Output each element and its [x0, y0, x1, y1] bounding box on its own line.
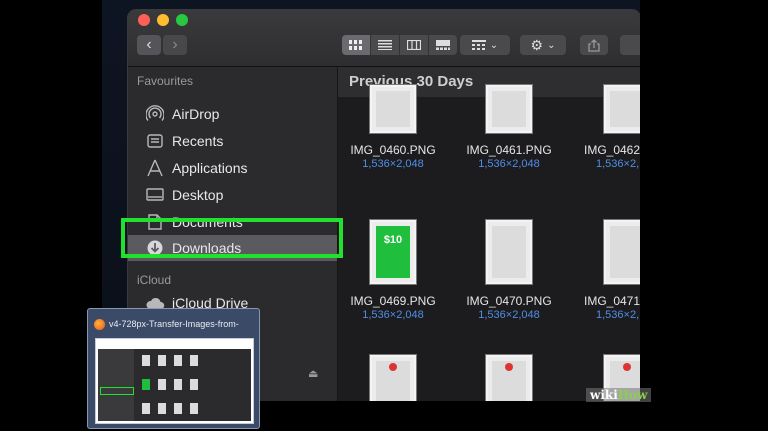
sidebar-item-desktop[interactable]: Desktop [128, 182, 337, 208]
file-item[interactable]: IMG_0471 1,536×2, [570, 220, 640, 321]
file-dimensions: 1,536×2, [596, 309, 640, 321]
file-dimensions: 1,536×2,048 [478, 309, 540, 321]
downloads-highlight-box [121, 218, 343, 258]
file-dimensions: 1,536×2, [596, 158, 640, 170]
sidebar-item-applications[interactable]: Applications [128, 155, 337, 181]
preview-title-bar: v4-728px-Transfer-Images-from- [94, 317, 254, 331]
file-thumbnail [370, 355, 416, 401]
airdrop-icon [144, 104, 166, 124]
file-name: IMG_0461.PNG [466, 143, 552, 157]
minimize-window-button[interactable] [157, 14, 169, 26]
tag-button[interactable] [620, 35, 640, 55]
gallery-icon [436, 40, 450, 50]
share-icon [588, 38, 600, 52]
file-item[interactable]: IMG_0470.PNG 1,536×2,048 [454, 220, 564, 321]
gear-icon: ⚙ [530, 36, 544, 53]
file-dimensions: 1,536×2,048 [362, 158, 424, 170]
file-browser-content: Previous 30 Days IMG_0460.PNG 1,536×2,04… [338, 67, 640, 401]
list-view-button[interactable] [371, 35, 400, 55]
chevron-down-icon: ⌄ [547, 39, 556, 51]
column-view-button[interactable] [400, 35, 429, 55]
file-name: IMG_0460.PNG [350, 143, 436, 157]
view-mode-selector [342, 35, 457, 55]
sidebar-item-label: Applications [172, 160, 248, 176]
applications-icon [144, 158, 166, 178]
close-window-button[interactable] [138, 14, 150, 26]
file-thumbnail [604, 85, 640, 133]
file-item[interactable]: $10 IMG_0469.PNG 1,536×2,048 [338, 220, 448, 321]
file-item[interactable]: IMG_0460.PNG 1,536×2,048 [338, 85, 448, 170]
file-name: IMG_0470.PNG [466, 294, 552, 308]
sidebar-item-airdrop[interactable]: AirDrop [128, 101, 337, 127]
action-menu-button[interactable]: ⚙ ⌄ [520, 35, 566, 55]
file-thumbnail [370, 85, 416, 133]
file-name: IMG_0462 [584, 143, 640, 157]
file-thumbnail [486, 85, 532, 133]
chevron-right-icon: › [172, 36, 178, 53]
share-button[interactable] [580, 35, 608, 55]
chevron-down-icon: ⌄ [489, 39, 499, 51]
sidebar-item-label: AirDrop [172, 106, 220, 122]
letterbox-right [640, 0, 768, 431]
zoom-window-button[interactable] [176, 14, 188, 26]
file-thumbnail [486, 355, 532, 401]
icon-view-button[interactable] [342, 35, 371, 55]
file-name: IMG_0469.PNG [350, 294, 436, 308]
sidebar-item-label: Recents [172, 133, 224, 149]
finder-toolbar: ‹ › ⌄ ⚙ ⌄ [128, 10, 640, 67]
group-grid-icon [471, 40, 486, 50]
back-button[interactable]: ‹ [137, 35, 161, 55]
sidebar-header-favourites: Favourites [137, 74, 194, 88]
sidebar-header-icloud: iCloud [137, 273, 172, 287]
list-icon [378, 40, 392, 50]
eject-icon[interactable]: ⏏ [308, 367, 318, 380]
file-item[interactable] [338, 355, 448, 401]
file-dimensions: 1,536×2,048 [478, 158, 540, 170]
screenshot-thumbnail-preview[interactable]: v4-728px-Transfer-Images-from- [87, 308, 260, 429]
file-dimensions: 1,536×2,048 [362, 309, 424, 321]
preview-title: v4-728px-Transfer-Images-from- [109, 319, 239, 329]
file-name: IMG_0471 [584, 294, 640, 308]
file-thumbnail [604, 220, 640, 284]
desktop-icon [144, 185, 166, 205]
file-thumbnail: $10 [370, 220, 416, 284]
file-item[interactable] [454, 355, 564, 401]
group-by-button[interactable]: ⌄ [460, 35, 510, 55]
wikihow-watermark: wikiHow [586, 388, 652, 402]
clock-icon [144, 131, 166, 151]
gallery-view-button[interactable] [429, 35, 457, 55]
sidebar-item-label: Desktop [172, 187, 224, 203]
columns-icon [407, 40, 421, 50]
sidebar-item-recents[interactable]: Recents [128, 128, 337, 154]
firefox-icon [94, 318, 105, 330]
icon-grid-icon [349, 40, 362, 50]
preview-image [95, 338, 254, 424]
chevron-left-icon: ‹ [146, 36, 152, 53]
forward-button[interactable]: › [163, 35, 187, 55]
file-thumbnail [486, 220, 532, 284]
file-item[interactable]: IMG_0461.PNG 1,536×2,048 [454, 85, 564, 170]
file-item[interactable]: IMG_0462 1,536×2, [570, 85, 640, 170]
